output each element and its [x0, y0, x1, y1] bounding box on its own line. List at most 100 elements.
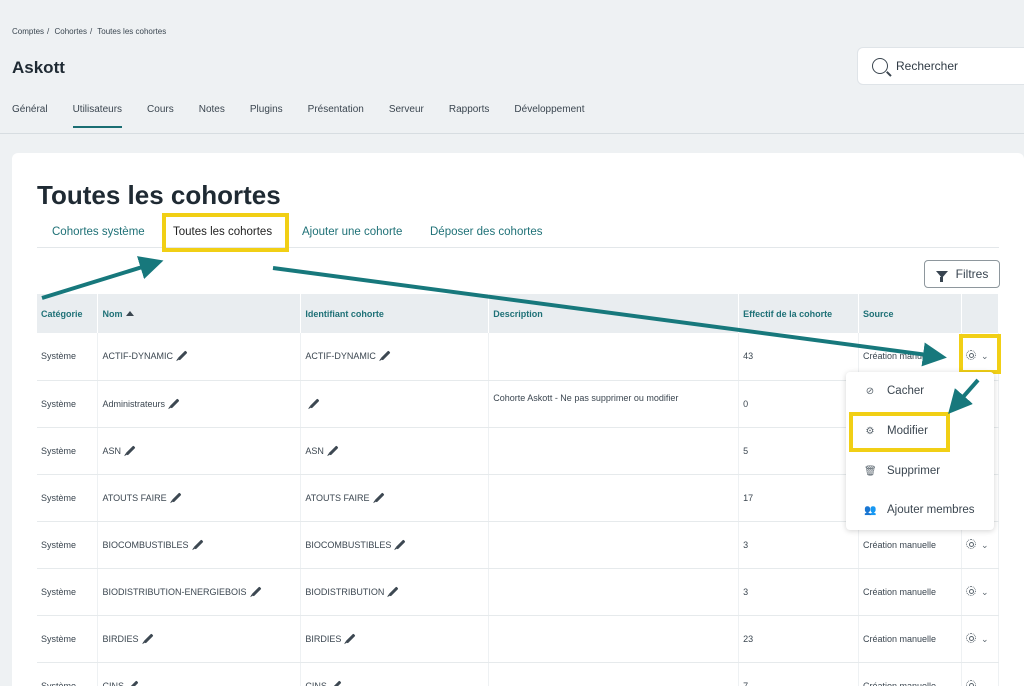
cell-description [488, 521, 740, 569]
nav-notes[interactable]: Notes [199, 104, 225, 128]
sort-ascending-icon [126, 310, 135, 316]
chevron-down-icon[interactable]: ⌄ [981, 681, 989, 686]
cell-category: Système [37, 615, 99, 663]
cell-description [488, 662, 740, 686]
edit-pencil-icon[interactable] [125, 445, 136, 455]
site-title: Askott [12, 58, 65, 77]
filter-icon [935, 270, 948, 282]
edit-pencil-icon[interactable] [309, 398, 320, 408]
edit-pencil-icon[interactable] [177, 350, 188, 361]
page-title: Toutes les cohortes [37, 180, 281, 210]
users-icon: 👥 [864, 504, 877, 516]
header-identifiant[interactable]: Identifiant cohorte [300, 294, 490, 333]
cell-count: 17 [738, 474, 860, 522]
eye-slash-icon: ⊘ [865, 385, 875, 397]
edit-pencil-icon[interactable] [374, 492, 385, 502]
header-source[interactable]: Source [858, 294, 962, 333]
cell-category: Système [37, 427, 99, 475]
cell-identifier: ATOUTS FAIRE [300, 474, 490, 522]
cell-identifier [300, 380, 490, 428]
chevron-down-icon[interactable]: ⌄ [981, 587, 989, 598]
cell-description: Cohorte Askott - Ne pas supprimer ou mod… [488, 380, 740, 428]
header-description: Description [488, 294, 740, 333]
highlight-actions-box [959, 334, 1001, 374]
edit-pencil-icon[interactable] [251, 586, 261, 596]
cell-name: ATOUTS FAIRE [97, 474, 302, 522]
cell-count: 43 [738, 333, 860, 381]
cell-name: ACTIF-DYNAMIC [97, 333, 302, 381]
cell-actions[interactable]: ⌄ [961, 662, 1000, 686]
header-categorie[interactable]: Catégorie [37, 294, 99, 333]
header-actions [961, 294, 1000, 333]
chevron-down-icon[interactable]: ⌄ [981, 634, 989, 645]
nav-divider [0, 133, 1024, 134]
cell-name: ASN [97, 427, 302, 475]
nav-serveur[interactable]: Serveur [389, 104, 424, 128]
menu-item-ajouter-membres[interactable]: 👥 Ajouter membres [864, 504, 975, 516]
cell-source: Création manuelle [858, 568, 962, 616]
cell-category: Système [37, 568, 99, 616]
cell-name: BIRDIES [97, 615, 302, 663]
cell-description [488, 615, 740, 663]
cell-identifier: BIRDIES [300, 615, 490, 663]
edit-pencil-icon[interactable] [128, 680, 139, 686]
nav-developpement[interactable]: Développement [514, 104, 584, 128]
main-nav: Général Utilisateurs Cours Notes Plugins… [12, 104, 609, 128]
cell-category: Système [37, 521, 99, 569]
nav-general[interactable]: Général [12, 104, 48, 128]
cell-description [488, 568, 740, 616]
header-effectif[interactable]: Effectif de la cohorte [738, 294, 860, 333]
cell-name: BIODISTRIBUTION-ENERGIEBOIS [97, 568, 302, 616]
edit-pencil-icon[interactable] [328, 445, 339, 455]
edit-pencil-icon[interactable] [395, 539, 406, 549]
cell-description [488, 333, 740, 381]
gear-icon[interactable] [965, 538, 976, 549]
gear-icon[interactable] [965, 585, 976, 596]
cell-count: 0 [738, 380, 860, 428]
cell-identifier: BIOCOMBUSTIBLES [300, 521, 490, 569]
cell-source: Création manuelle [858, 615, 962, 663]
breadcrumb-item-current: Toutes les cohortes [97, 27, 167, 36]
cell-count: 23 [738, 615, 860, 663]
filters-button[interactable]: Filtres [924, 260, 1000, 288]
edit-pencil-icon[interactable] [388, 586, 399, 596]
chevron-down-icon[interactable]: ⌄ [981, 540, 989, 551]
tab-ajouter-une-cohorte[interactable]: Ajouter une cohorte [302, 226, 402, 238]
cell-count: 3 [738, 521, 860, 569]
filters-label: Filtres [955, 267, 989, 281]
cell-name: Administrateurs [97, 380, 302, 428]
tab-cohortes-systeme[interactable]: Cohortes système [52, 226, 145, 238]
tab-deposer-des-cohortes[interactable]: Déposer des cohortes [430, 226, 543, 238]
menu-item-cacher[interactable]: ⊘ Cacher [864, 385, 924, 397]
edit-pencil-icon[interactable] [380, 350, 391, 361]
menu-item-supprimer[interactable]: 🗑 Supprimer [864, 465, 940, 477]
breadcrumb-item[interactable]: Comptes / [12, 27, 49, 36]
search-label: Rechercher [896, 59, 959, 73]
trash-icon: 🗑 [864, 465, 877, 477]
cell-identifier: ASN [300, 427, 490, 475]
cell-count: 3 [738, 568, 860, 616]
edit-pencil-icon[interactable] [193, 539, 203, 549]
edit-pencil-icon[interactable] [331, 680, 342, 686]
breadcrumb: Comptes / Cohortes / Toutes les cohortes [12, 27, 169, 36]
edit-pencil-icon[interactable] [143, 633, 153, 643]
breadcrumb-item[interactable]: Cohortes / [54, 27, 92, 36]
nav-plugins[interactable]: Plugins [250, 104, 283, 128]
edit-pencil-icon[interactable] [345, 633, 356, 643]
cell-actions[interactable]: ⌄ [961, 568, 1000, 616]
header-nom[interactable]: Nom [97, 294, 302, 333]
cell-category: Système [37, 474, 99, 522]
cell-description [488, 427, 740, 475]
search-button[interactable]: Rechercher [857, 47, 1024, 85]
nav-presentation[interactable]: Présentation [308, 104, 364, 128]
edit-pencil-icon[interactable] [169, 398, 180, 408]
gear-icon[interactable] [965, 632, 976, 643]
cell-identifier: CINS [300, 662, 490, 686]
nav-cours[interactable]: Cours [147, 104, 174, 128]
cell-actions[interactable]: ⌄ [961, 615, 1000, 663]
edit-pencil-icon[interactable] [171, 492, 182, 502]
gear-icon[interactable] [965, 679, 976, 686]
cell-category: Système [37, 333, 99, 381]
nav-utilisateurs[interactable]: Utilisateurs [72, 104, 123, 128]
nav-rapports[interactable]: Rapports [449, 104, 490, 128]
